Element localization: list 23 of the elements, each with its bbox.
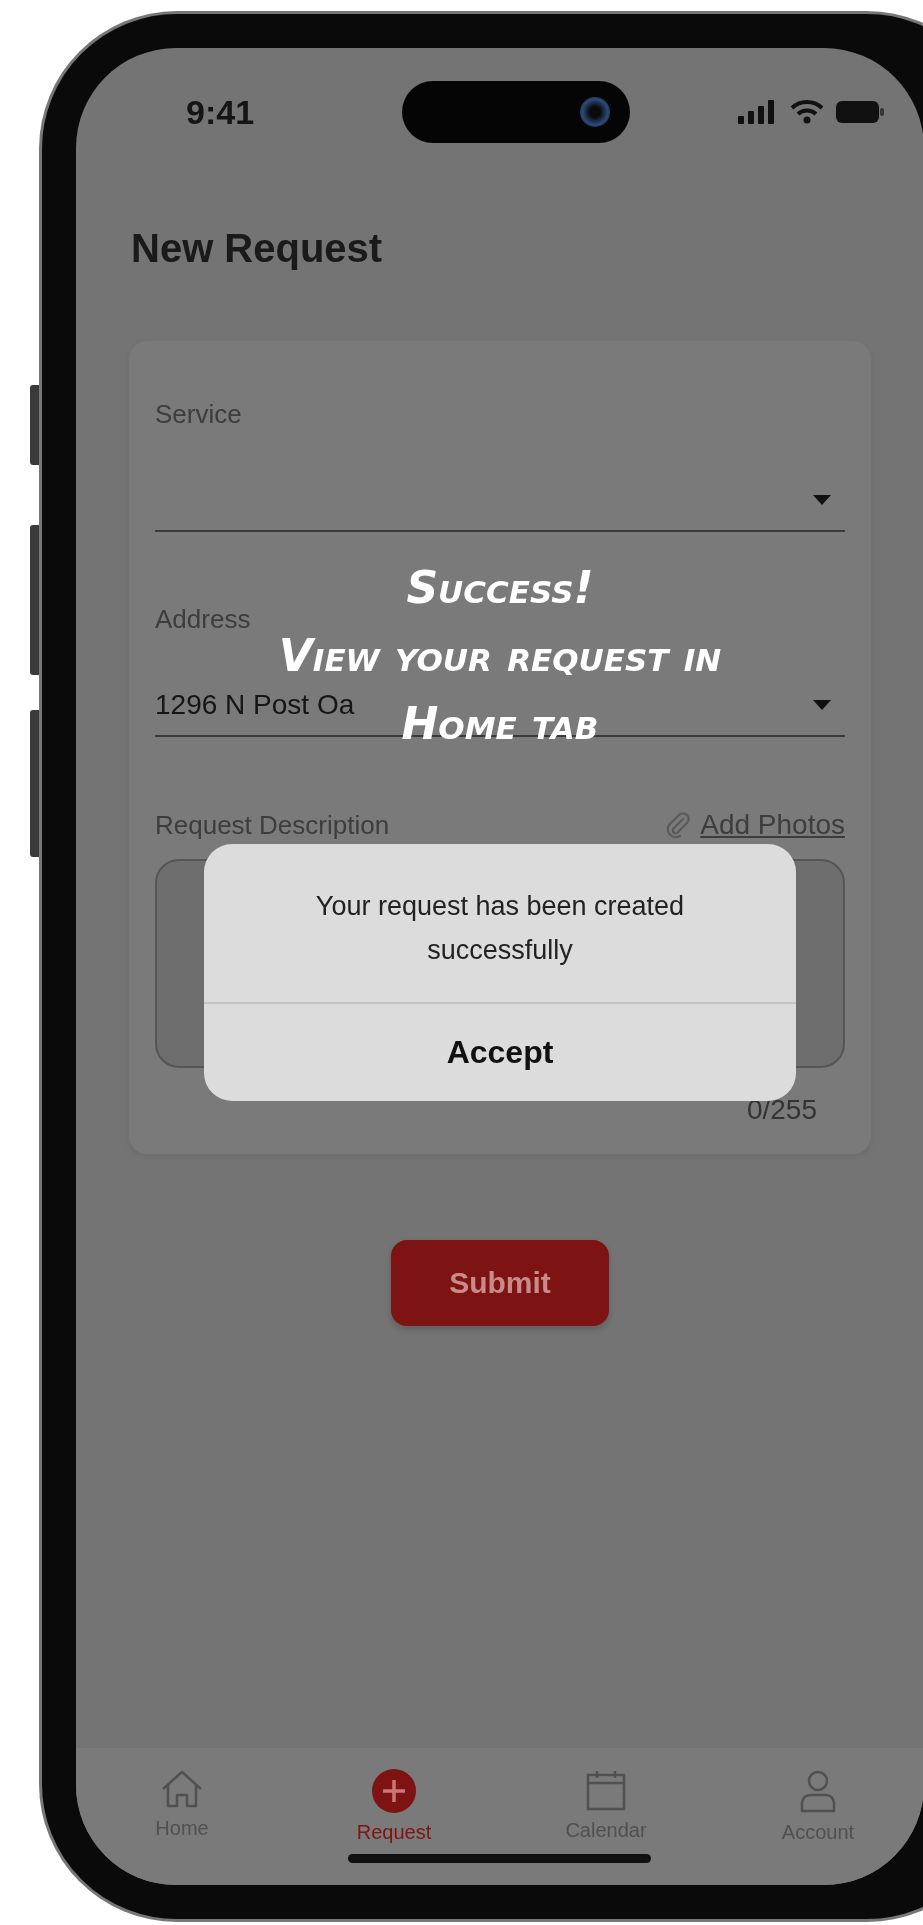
home-icon bbox=[160, 1769, 204, 1809]
caret-icon bbox=[813, 700, 831, 710]
field-label: Service bbox=[155, 399, 243, 430]
add-photos-link[interactable]: Add Photos bbox=[664, 809, 845, 841]
caption-text: View your request in bbox=[278, 630, 722, 682]
caption-title: Success! bbox=[406, 562, 594, 614]
caption-text: Home tab bbox=[401, 698, 599, 750]
wifi-icon bbox=[790, 100, 824, 124]
calendar-icon bbox=[586, 1769, 626, 1811]
field-value: 1296 N Post Oa bbox=[155, 689, 355, 721]
status-time: 9:41 bbox=[186, 92, 255, 132]
plus-circle-icon bbox=[372, 1769, 416, 1813]
caret-icon bbox=[813, 495, 831, 505]
battery-icon bbox=[836, 101, 884, 123]
field-label: Request Description bbox=[155, 809, 390, 841]
paperclip-icon bbox=[664, 811, 693, 839]
screen-title: New Request bbox=[131, 226, 384, 271]
camera-icon bbox=[580, 97, 611, 127]
submit-button[interactable]: Submit bbox=[391, 1240, 609, 1326]
alert-message: Your request has been created successfully bbox=[204, 844, 796, 1004]
tab-bar-item[interactable]: Request bbox=[319, 1768, 469, 1845]
field-label: Address bbox=[155, 604, 252, 635]
person-icon bbox=[798, 1769, 838, 1813]
